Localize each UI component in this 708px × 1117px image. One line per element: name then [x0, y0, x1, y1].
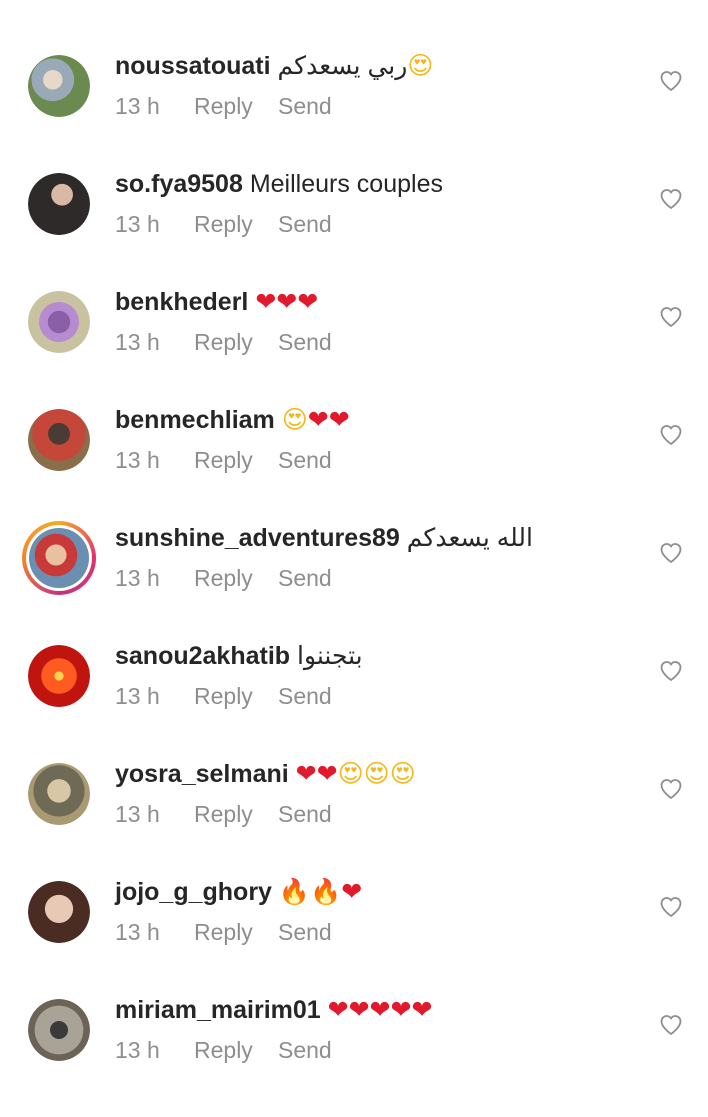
- send-button[interactable]: Send: [278, 919, 332, 946]
- comment-row: sunshine_adventures89 الله يسعدكم 13 h Rep…: [0, 521, 708, 645]
- username-link[interactable]: yosra_selmani: [115, 760, 289, 788]
- comment-meta: 13 h Reply Send: [115, 683, 332, 710]
- heart-outline-icon[interactable]: [659, 895, 683, 919]
- comment-body: الله يسعدكم: [406, 524, 533, 552]
- comment-row: sanou2akhatib بتجننوا 13 h Reply Send: [0, 642, 708, 763]
- send-button[interactable]: Send: [278, 1037, 332, 1064]
- username-link[interactable]: benkhederl: [115, 288, 248, 316]
- timestamp: 13 h: [115, 683, 160, 709]
- comment-body: ❤❤❤❤❤: [327, 995, 433, 1024]
- send-button[interactable]: Send: [278, 447, 332, 474]
- avatar-image: [29, 528, 89, 588]
- username-link[interactable]: sanou2akhatib: [115, 642, 290, 670]
- reply-button[interactable]: Reply: [194, 919, 278, 946]
- comment-meta: 13 h Reply Send: [115, 447, 332, 474]
- reply-button[interactable]: Reply: [194, 93, 278, 120]
- avatar-story-ring[interactable]: [22, 521, 96, 595]
- comment-row: so.fya9508 Meilleurs couples 13 h Reply Sen…: [0, 170, 708, 291]
- timestamp: 13 h: [115, 211, 160, 237]
- avatar-image: [28, 763, 90, 825]
- comment-meta: 13 h Reply Send: [115, 211, 332, 238]
- send-button[interactable]: Send: [278, 93, 332, 120]
- heart-outline-icon[interactable]: [659, 423, 683, 447]
- comment-body: بتجننوا: [297, 642, 363, 670]
- send-button[interactable]: Send: [278, 565, 332, 592]
- comment-row: noussatouati ربي يسعدكم😍 13 h Reply Send: [0, 51, 708, 173]
- username-link[interactable]: jojo_g_ghory: [115, 878, 272, 906]
- comment-body: 🔥🔥❤: [278, 877, 363, 906]
- comment-meta: 13 h Reply Send: [115, 801, 332, 828]
- comment-text-line: benkhederl ❤❤❤: [115, 287, 318, 317]
- avatar[interactable]: [28, 763, 90, 825]
- send-button[interactable]: Send: [278, 801, 332, 828]
- comment-text-line: yosra_selmani ❤❤😍😍😍: [115, 759, 416, 789]
- heart-outline-icon[interactable]: [659, 659, 683, 683]
- reply-button[interactable]: Reply: [194, 211, 278, 238]
- comment-text-line: sunshine_adventures89 الله يسعدكم: [115, 523, 533, 553]
- reply-button[interactable]: Reply: [194, 801, 278, 828]
- avatar[interactable]: [28, 55, 90, 117]
- comment-body: ❤❤❤: [255, 287, 319, 316]
- timestamp: 13 h: [115, 801, 160, 827]
- username-link[interactable]: benmechliam: [115, 406, 275, 434]
- comment-text-line: noussatouati ربي يسعدكم😍: [115, 51, 433, 81]
- comment-row: jojo_g_ghory 🔥🔥❤ 13 h Reply Send: [0, 877, 708, 999]
- heart-outline-icon[interactable]: [659, 69, 683, 93]
- send-button[interactable]: Send: [278, 329, 332, 356]
- comment-body: ❤❤😍😍😍: [295, 759, 416, 788]
- heart-outline-icon[interactable]: [659, 777, 683, 801]
- comment-meta: 13 h Reply Send: [115, 919, 332, 946]
- reply-button[interactable]: Reply: [194, 1037, 278, 1064]
- avatar-image: [28, 999, 90, 1061]
- timestamp: 13 h: [115, 565, 160, 591]
- comment-row: benmechliam 😍❤❤ 13 h Reply Send: [0, 405, 708, 527]
- username-link[interactable]: miriam_mairim01: [115, 996, 321, 1024]
- timestamp: 13 h: [115, 93, 160, 119]
- comment-row: benkhederl ❤❤❤ 13 h Reply Send: [0, 287, 708, 409]
- avatar[interactable]: [28, 645, 90, 707]
- timestamp: 13 h: [115, 447, 160, 473]
- heart-outline-icon[interactable]: [659, 187, 683, 211]
- comment-meta: 13 h Reply Send: [115, 329, 332, 356]
- send-button[interactable]: Send: [278, 683, 332, 710]
- heart-outline-icon[interactable]: [659, 541, 683, 565]
- comment-text-line: jojo_g_ghory 🔥🔥❤: [115, 877, 362, 907]
- avatar[interactable]: [28, 999, 90, 1061]
- reply-button[interactable]: Reply: [194, 683, 278, 710]
- comment-body: Meilleurs couples: [249, 170, 443, 198]
- avatar-image: [28, 645, 90, 707]
- avatar[interactable]: [28, 881, 90, 943]
- reply-button[interactable]: Reply: [194, 565, 278, 592]
- timestamp: 13 h: [115, 919, 160, 945]
- comment-meta: 13 h Reply Send: [115, 93, 332, 120]
- timestamp: 13 h: [115, 329, 160, 355]
- heart-outline-icon[interactable]: [659, 305, 683, 329]
- comment-text-line: miriam_mairim01 ❤❤❤❤❤: [115, 995, 432, 1025]
- avatar-image: [28, 55, 90, 117]
- avatar-image: [28, 409, 90, 471]
- comment-text-line: so.fya9508 Meilleurs couples: [115, 169, 443, 199]
- avatar[interactable]: [28, 291, 90, 353]
- comment-body: 😍❤❤: [281, 405, 350, 434]
- username-link[interactable]: noussatouati: [115, 52, 271, 80]
- reply-button[interactable]: Reply: [194, 329, 278, 356]
- comment-row: miriam_mairim01 ❤❤❤❤❤ 13 h Reply Send: [0, 995, 708, 1117]
- send-button[interactable]: Send: [278, 211, 332, 238]
- comment-body: ربي يسعدكم😍: [277, 51, 434, 80]
- avatar-image: [28, 173, 90, 235]
- reply-button[interactable]: Reply: [194, 447, 278, 474]
- timestamp: 13 h: [115, 1037, 160, 1063]
- avatar[interactable]: [28, 409, 90, 471]
- avatar-image: [28, 881, 90, 943]
- comment-row: yosra_selmani ❤❤😍😍😍 13 h Reply Send: [0, 759, 708, 881]
- username-link[interactable]: so.fya9508: [115, 170, 243, 198]
- comment-meta: 13 h Reply Send: [115, 1037, 332, 1064]
- comment-text-line: benmechliam 😍❤❤: [115, 405, 350, 435]
- avatar[interactable]: [28, 173, 90, 235]
- username-link[interactable]: sunshine_adventures89: [115, 524, 400, 552]
- heart-outline-icon[interactable]: [659, 1013, 683, 1037]
- comment-meta: 13 h Reply Send: [115, 565, 332, 592]
- comment-text-line: sanou2akhatib بتجننوا: [115, 641, 363, 671]
- avatar-image: [28, 291, 90, 353]
